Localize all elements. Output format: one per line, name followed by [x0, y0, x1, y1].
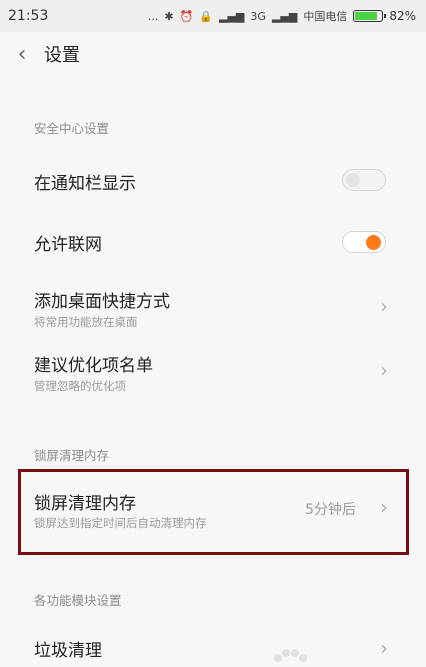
network-toggle[interactable] — [342, 231, 386, 253]
row-garbage[interactable]: 垃圾清理 › — [0, 627, 426, 667]
row-garbage-label: 垃圾清理 — [34, 641, 102, 661]
paw-watermark-icon — [274, 649, 307, 662]
signal-icon-2: ▂▄▆ — [271, 9, 298, 23]
app-header: ‹ 设置 — [0, 32, 426, 76]
battery-percent: 82% — [389, 9, 416, 23]
signal-icon: ▂▄▆ — [219, 9, 245, 23]
back-button[interactable]: ‹ — [0, 32, 44, 76]
row-shortcut-sub: 将常用功能放在桌面 — [34, 315, 138, 329]
section-title-lock-clean: 锁屏清理内存 — [34, 448, 110, 463]
highlight-box — [18, 469, 409, 555]
status-bar: 21:53 ... ✱ ⏰ 🔒 ▂▄▆ 3G ▂▄▆ 中国电信 82% — [0, 0, 426, 32]
network-type-label: 3G — [250, 9, 266, 23]
section-title-security: 安全中心设置 — [34, 121, 110, 136]
notify-toggle[interactable] — [342, 169, 386, 191]
lock-icon: 🔒 — [199, 9, 214, 23]
row-notify-label: 在通知栏显示 — [34, 174, 136, 194]
row-shortcut-label: 添加桌面快捷方式 — [34, 292, 170, 312]
more-dots-icon: ... — [147, 9, 159, 23]
battery-icon — [353, 10, 387, 22]
section-title-modules: 各功能模块设置 — [34, 593, 122, 608]
row-network[interactable]: 允许联网 — [0, 215, 426, 265]
bluetooth-icon: ✱ — [164, 9, 174, 23]
chevron-right-icon: › — [380, 358, 388, 382]
carrier-name: 中国电信 — [303, 10, 348, 23]
alarm-icon: ⏰ — [179, 9, 194, 23]
page-title: 设置 — [44, 45, 80, 66]
row-notify[interactable]: 在通知栏显示 — [0, 155, 426, 205]
chevron-left-icon: ‹ — [17, 41, 27, 67]
chevron-right-icon: › — [380, 294, 388, 318]
chevron-right-icon: › — [380, 636, 388, 660]
row-shortcut[interactable]: 添加桌面快捷方式 将常用功能放在桌面 › — [0, 278, 426, 334]
status-icons: ... ✱ ⏰ 🔒 ▂▄▆ 3G ▂▄▆ 中国电信 82% — [148, 8, 416, 24]
row-optimize[interactable]: 建议优化项名单 管理忽略的优化项 › — [0, 342, 426, 398]
status-time: 21:53 — [8, 8, 49, 24]
row-network-label: 允许联网 — [34, 235, 102, 255]
row-optimize-label: 建议优化项名单 — [34, 356, 153, 376]
row-optimize-sub: 管理忽略的优化项 — [34, 379, 126, 393]
